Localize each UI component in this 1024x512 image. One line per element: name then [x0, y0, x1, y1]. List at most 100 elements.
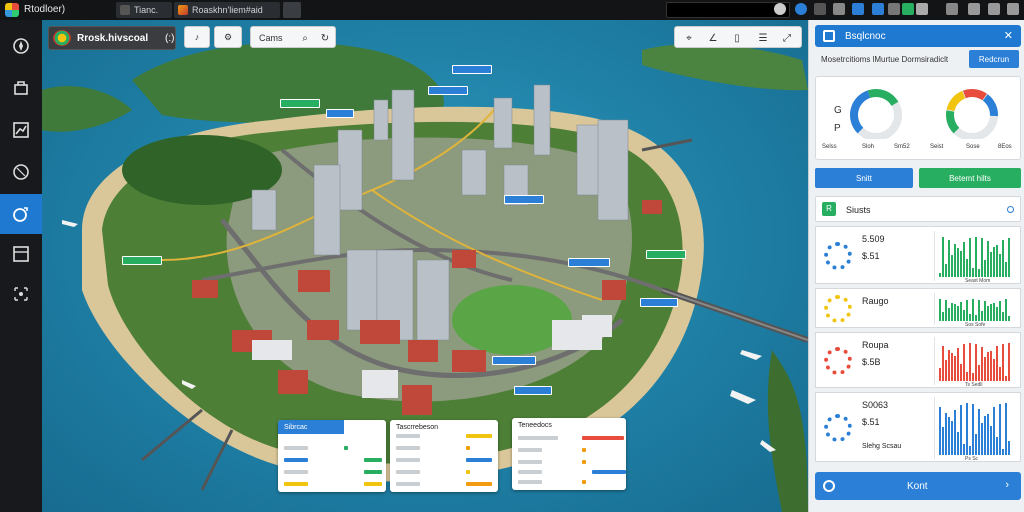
settings-button[interactable]: ⚙: [214, 26, 242, 48]
right-panel: Bsqlcnoc ✕ Mosetrcitioms lMurtue Dormsir…: [808, 20, 1024, 512]
sparkline-bar: [945, 263, 947, 277]
sparkline-bar: [960, 404, 962, 455]
stat-sparkline: Sos Sofe: [934, 293, 1014, 328]
left-action-label: Snitt: [855, 173, 872, 183]
extension-icon[interactable]: [902, 3, 914, 15]
extension-icon[interactable]: [833, 3, 845, 15]
stat-row[interactable]: S0063 $.51 Ps Sc Slehg Scsau: [815, 392, 1021, 462]
panel-icon: [13, 246, 29, 262]
sparkline-bar: [966, 403, 968, 455]
rail-layers-button[interactable]: [0, 68, 42, 108]
search-icon[interactable]: ⌕: [297, 30, 313, 46]
card-row: [284, 470, 382, 474]
card-row: [284, 446, 380, 450]
sparkline-bar: [1008, 237, 1010, 277]
poi-label[interactable]: [326, 109, 354, 118]
poi-label[interactable]: [640, 298, 678, 307]
filter-icon[interactable]: ☰: [755, 30, 771, 46]
refresh-icon[interactable]: ↻: [317, 30, 333, 46]
info-icon[interactable]: [1007, 206, 1014, 213]
sparkline-bar: [981, 238, 983, 277]
poi-label[interactable]: [514, 386, 552, 395]
map-tools: ⌖ ∠ ▯ ☰ ⤢: [674, 26, 802, 48]
tab-1[interactable]: Tianc.: [116, 2, 172, 18]
sparkline-bar: [990, 425, 992, 455]
sparkline-bar: [954, 409, 956, 455]
sparkline-bar: [942, 345, 944, 381]
card-row: [518, 460, 614, 464]
stats-header: R Siusts: [815, 196, 1021, 222]
settings-icon[interactable]: [774, 3, 786, 15]
expand-icon[interactable]: ⤢: [779, 30, 795, 46]
sparkline-bar: [954, 244, 956, 277]
stat-sub: $.5B: [862, 357, 881, 367]
sparkline-bar: [987, 413, 989, 455]
pin-button[interactable]: ♪: [184, 26, 210, 48]
card-row: [518, 436, 624, 440]
bookmark-icon[interactable]: [872, 3, 884, 15]
info-card[interactable]: Teneedocs: [512, 418, 626, 490]
document-icon[interactable]: ▯: [729, 30, 745, 46]
poi-label[interactable]: [428, 86, 468, 95]
measure-icon[interactable]: ∠: [705, 30, 721, 46]
poi-label[interactable]: [492, 356, 536, 365]
new-tab-button[interactable]: [283, 2, 301, 18]
extension-icon[interactable]: [814, 3, 826, 15]
card-row: [396, 458, 492, 462]
window-icon[interactable]: [988, 3, 1000, 15]
gauge-label: 8Eos: [998, 144, 1012, 150]
map-title-box: Rrosk.hivscoal (:): [48, 26, 176, 50]
sparkline-caption: Ts Sedll: [965, 382, 983, 388]
info-card[interactable]: Sibrcac: [278, 420, 386, 492]
sparkline-bar: [990, 303, 992, 321]
close-icon[interactable]: ✕: [1004, 29, 1013, 42]
extension-icon[interactable]: [916, 3, 928, 15]
panel-sub-button[interactable]: Redcrun: [969, 50, 1019, 68]
rail-globe-button[interactable]: [0, 194, 42, 234]
poi-label[interactable]: [280, 99, 320, 108]
gauge-label: Sloh: [862, 144, 875, 150]
poi-label[interactable]: [122, 256, 162, 265]
gauge-left: [850, 89, 902, 139]
sparkline-bar: [963, 344, 965, 381]
stat-row[interactable]: Roupa $.5B Ts Sedll: [815, 332, 1021, 388]
sparkline-bar: [957, 305, 959, 321]
extension-icon[interactable]: [888, 3, 900, 15]
sparkline-bar: [993, 359, 995, 381]
right-action-button[interactable]: Betemt hilts: [919, 168, 1021, 188]
title-bar: Rtodloer) Tianc. Roaskhn'liem#aid: [0, 0, 1024, 20]
downloads-icon[interactable]: [946, 3, 958, 15]
rail-circle-button[interactable]: [0, 152, 42, 192]
card-row: [518, 470, 626, 474]
poi-label[interactable]: [568, 258, 610, 267]
footer-button[interactable]: Kont ›: [815, 472, 1021, 500]
close-window-icon[interactable]: [1007, 3, 1019, 15]
left-action-button[interactable]: Snitt: [815, 168, 913, 188]
card-row: [396, 434, 492, 438]
sparkline-bar: [975, 343, 977, 381]
poi-label[interactable]: [452, 65, 492, 74]
card-row: [396, 470, 492, 474]
rail-panel-button[interactable]: [0, 234, 42, 274]
profile-icon[interactable]: [795, 3, 807, 15]
poi-label[interactable]: [646, 250, 686, 259]
sparkline-bar: [1008, 316, 1010, 321]
rail-chart-button[interactable]: [0, 110, 42, 150]
share-icon[interactable]: [852, 3, 864, 15]
stats-icon: R: [822, 202, 836, 216]
map-view[interactable]: Rrosk.hivscoal (:) ♪ ⚙ Cams ⌕ ↻ ⌖ ∠ ▯ ☰ …: [42, 20, 808, 512]
stat-row[interactable]: 5.509 $.51 Seast Mom: [815, 226, 1021, 284]
rail-compass-button[interactable]: [0, 26, 42, 66]
rail-grid-button[interactable]: [0, 274, 42, 314]
sparkline-bar: [999, 300, 1001, 321]
tab-2[interactable]: Roaskhn'liem#aid: [174, 2, 280, 18]
info-card[interactable]: Tascrrebeson: [390, 420, 498, 492]
locate-icon[interactable]: ⌖: [681, 30, 697, 46]
address-bar[interactable]: [666, 2, 790, 18]
sparkline-bar: [942, 312, 944, 321]
stat-row[interactable]: Raugo Sos Sofe: [815, 288, 1021, 328]
card-row: [396, 446, 492, 450]
sparkline-bar: [999, 366, 1001, 381]
menu-icon[interactable]: [968, 3, 980, 15]
poi-label[interactable]: [504, 195, 544, 204]
